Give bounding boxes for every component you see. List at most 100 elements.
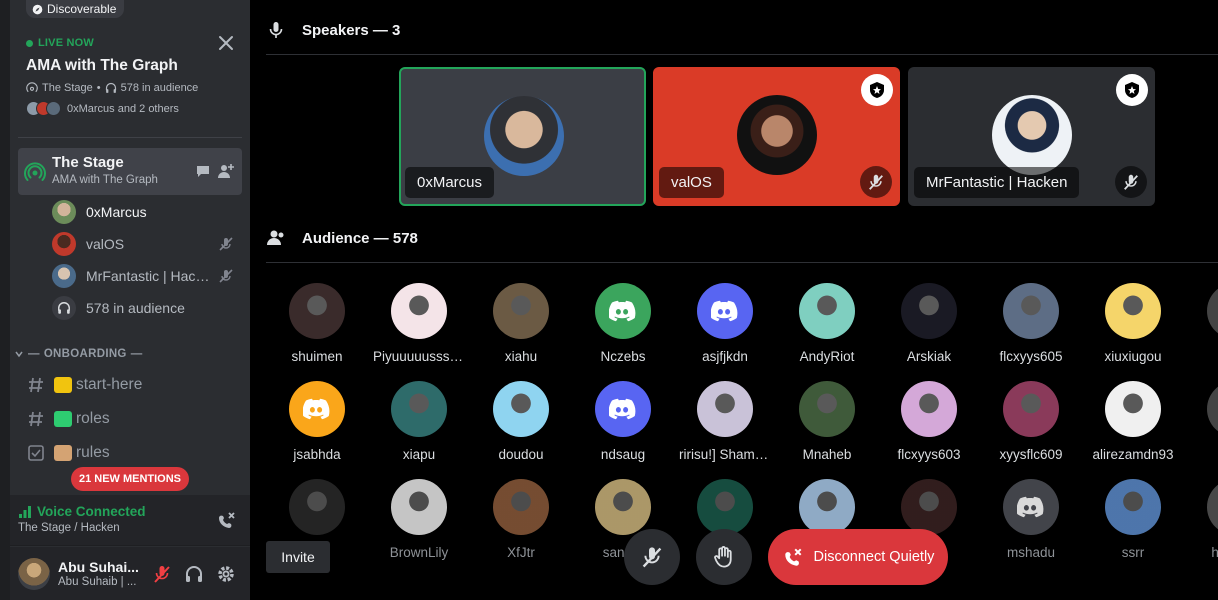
audience-member-name: xiapu [402, 447, 436, 462]
audience-member[interactable]: xiuxiugou [1083, 283, 1183, 364]
speaker-tile-mrfantastic[interactable]: MrFantastic | Hacken [908, 67, 1155, 206]
close-icon[interactable] [216, 33, 236, 53]
new-mentions-badge[interactable]: 21 NEW MENTIONS [71, 467, 189, 491]
audience-member[interactable]: ssrr [1083, 479, 1183, 560]
audience-member-name: Nczebs [600, 349, 646, 364]
audience-member[interactable]: shuimen [267, 283, 367, 364]
speaker-name: MrFantastic | Hacken [914, 167, 1080, 198]
audience-member[interactable]: xyysflc609 [981, 381, 1081, 462]
mic-muted-icon [860, 166, 892, 198]
audience-member[interactable]: asjfjkdn [675, 283, 775, 364]
chat-icon[interactable] [195, 163, 211, 179]
invite-tooltip: Invite [266, 541, 330, 573]
stage-main: Speakers — 3 0xMarcus valOS MrFantastic … [250, 0, 1218, 600]
stage-channel[interactable]: The Stage AMA with The Graph [18, 148, 242, 195]
audience-member[interactable]: XfJtr [471, 479, 571, 560]
audience-member[interactable]: ca... [1185, 283, 1218, 364]
audience-member[interactable]: flcxyys603 [879, 381, 979, 462]
avatar [992, 95, 1072, 175]
avatar [799, 283, 855, 339]
headphones-icon[interactable] [184, 564, 204, 584]
channel-name: start-here [76, 376, 143, 393]
speaker-tile-valos[interactable]: valOS [653, 67, 900, 206]
audience-member-name: ririsu!] Shama... [679, 447, 774, 462]
mic-muted-icon [642, 547, 662, 568]
audience-member[interactable]: xiapu [369, 381, 469, 462]
audience-member-name: xyysflc609 [999, 447, 1063, 462]
mic-muted-icon [1115, 166, 1147, 198]
live-label: LIVE NOW [38, 37, 94, 49]
microphone-icon [269, 22, 283, 38]
audience-member-name: jsabhda [293, 447, 341, 462]
scroll-icon [54, 445, 72, 461]
voice-status[interactable]: Voice Connected [18, 504, 146, 519]
avatar [697, 381, 753, 437]
audience-member[interactable]: ndsaug [573, 381, 673, 462]
audience-member[interactable]: Piyuuuuussss... [369, 283, 469, 364]
avatar [289, 479, 345, 535]
audience-member[interactable]: Mnaheb [777, 381, 877, 462]
audience-member-name: Piyuuuuussss... [373, 349, 468, 364]
pointing-hand-icon [54, 377, 72, 393]
user-name[interactable]: Abu Suhai... [58, 559, 139, 575]
discord-logo-icon [1003, 479, 1059, 535]
audience-member-name: Mnaheb [802, 447, 852, 462]
avatar [484, 96, 564, 176]
audience-member[interactable]: ririsu!] Shama... [675, 381, 775, 462]
avatar [391, 479, 447, 535]
avatar [289, 283, 345, 339]
raise-hand-button[interactable] [696, 529, 752, 585]
category-onboarding[interactable]: — ONBOARDING — [14, 348, 143, 360]
audience-member[interactable]: Nczebs [573, 283, 673, 364]
audience-member[interactable]: alirezamdn93 [1083, 381, 1183, 462]
voice-location[interactable]: The Stage / Hacken [18, 522, 120, 534]
avatar [595, 479, 651, 535]
audience-count-row[interactable]: 578 in audience [52, 295, 240, 321]
rules-icon [28, 445, 44, 461]
audience-member[interactable]: jsabhda [267, 381, 367, 462]
discoverable-badge: Discoverable [26, 0, 125, 18]
avatar [493, 283, 549, 339]
audience-member[interactable]: xiahu [471, 283, 571, 364]
audience-member[interactable]: BrownLily [369, 479, 469, 560]
channel-start-here[interactable]: start-here [26, 370, 142, 400]
user-panel: Abu Suhai... Abu Suhaib | ... [10, 547, 250, 600]
chevron-down-icon [15, 351, 23, 358]
voice-connected-panel: Voice Connected The Stage / Hacken [10, 495, 250, 546]
toggle-mic-button[interactable] [624, 529, 680, 585]
stage-channel-topic: AMA with The Graph [52, 174, 158, 186]
avatar [697, 479, 753, 535]
disconnect-icon[interactable] [216, 510, 236, 530]
audience-member[interactable]: Arskiak [879, 283, 979, 364]
audience-member-name: xiuxiugou [1104, 349, 1162, 364]
meta-bullet: • [96, 82, 101, 94]
channel-roles[interactable]: roles [26, 404, 110, 434]
voice-user-0xmarcus[interactable]: 0xMarcus [52, 199, 240, 225]
speaker-tile-0xmarcus[interactable]: 0xMarcus [399, 67, 646, 206]
avatar[interactable] [18, 558, 50, 590]
voice-user-name: valOS [86, 236, 125, 252]
audience-member-name: AndyRiot [799, 349, 855, 364]
speakers-title: Speakers — 3 [302, 21, 401, 39]
voice-user-mrfantastic[interactable]: MrFantastic | Hacken [52, 263, 240, 289]
audience-member-name: hassa... [1185, 545, 1218, 560]
audience-member[interactable]: hassa... [1185, 479, 1218, 560]
channel-rules[interactable]: rules [26, 438, 110, 468]
mic-muted-icon[interactable] [152, 564, 172, 584]
gear-icon[interactable] [216, 564, 236, 584]
channel-name: rules [76, 444, 110, 461]
audience-member[interactable]: mshadu [981, 479, 1081, 560]
voice-user-valos[interactable]: valOS [52, 231, 240, 257]
audience-member[interactable]: flcxyys605 [981, 283, 1081, 364]
hand-icon [714, 546, 732, 568]
compass-icon [32, 4, 43, 14]
discord-logo-icon [595, 381, 651, 437]
audience-member[interactable]: doudou [471, 381, 571, 462]
audience-member[interactable] [1185, 381, 1218, 447]
avatar [52, 264, 76, 288]
event-title[interactable]: AMA with The Graph [26, 57, 178, 75]
audience-member[interactable]: AndyRiot [777, 283, 877, 364]
disconnect-quietly-button[interactable]: Disconnect Quietly [768, 529, 948, 585]
add-user-icon[interactable] [217, 162, 235, 180]
stage-channel-name: The Stage [52, 154, 124, 171]
